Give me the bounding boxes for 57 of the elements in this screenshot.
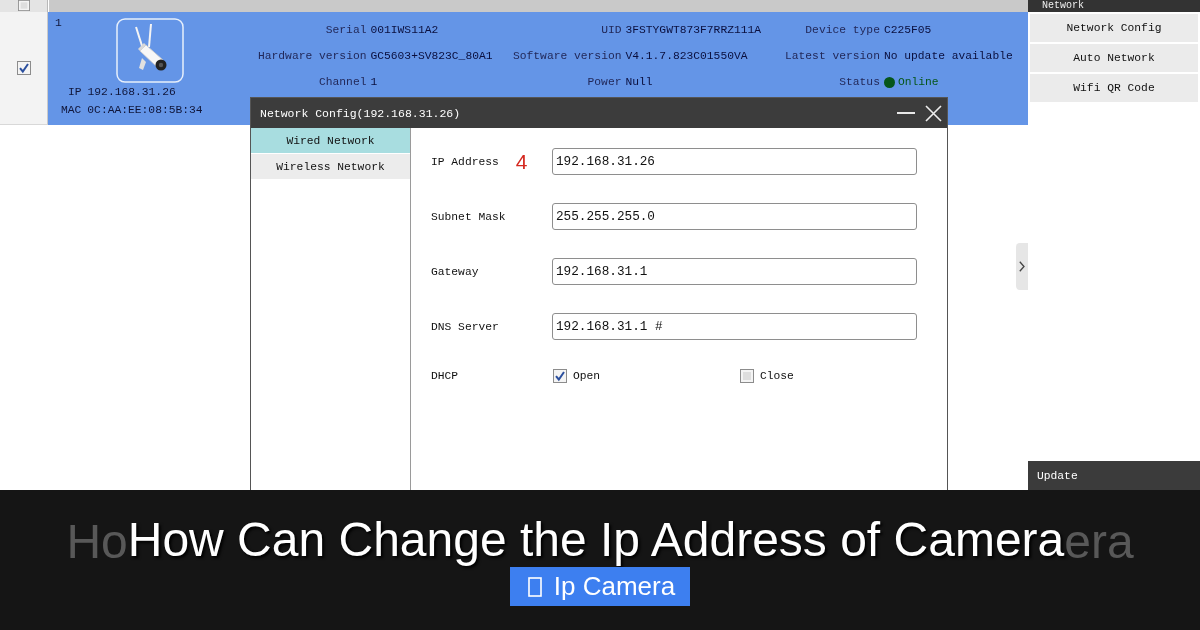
shadow-title-fragment: era [1064,517,1134,568]
field-value: 1 [370,76,378,88]
input-field[interactable]: 192.168.31.26 [552,148,917,175]
field-label: IP Address [431,155,499,168]
nav-tab[interactable]: Wireless Network [251,154,410,179]
field-label: Gateway [431,265,479,278]
shadow-title-fragment: Ho [66,517,128,568]
square-icon [527,576,542,597]
row-number: 1 [54,16,62,29]
mac-value: 0C:AA:EE:08:5B:34 [87,104,203,116]
step-number: 4 [515,151,528,172]
field-label: Power [587,76,622,88]
field-value: 3FSTYGWT873F7RRZ111A [625,24,762,36]
checkbox[interactable] [553,369,567,383]
menu-item[interactable]: Network Config [1030,14,1198,42]
dialog-title: Network Config(192.168.31.26) [260,106,461,120]
field-label: Subnet Mask [431,210,506,223]
input-field[interactable]: 192.168.31.1 # [552,313,917,340]
section-header: Network [1028,0,1200,12]
field-value: Null [625,76,653,88]
field-label: DNS Server [431,320,499,333]
field-label: Software version [513,50,622,62]
input-field[interactable]: 255.255.255.0 [552,203,917,230]
field-label: Device type [805,24,880,36]
field-value: 001IWS11A2 [370,24,439,36]
camera-icon [116,18,184,83]
menu-item[interactable]: Auto Network [1030,44,1198,72]
checkbox-label: Close [760,370,794,382]
field-label: DHCP [431,370,459,382]
field-label: Latest version [785,50,880,62]
checkbox-label: Open [573,370,601,382]
status-value: Online [897,76,939,88]
close-icon[interactable] [925,104,942,122]
field-value: V4.1.7.823C01550VA [625,50,748,62]
checkbox[interactable] [16,61,31,75]
banner-title: How Can Change the Ip Address of Camera [127,514,1065,566]
chevron-right-icon [1019,261,1025,272]
checkbox[interactable] [17,0,30,11]
category-tag[interactable]: Ip Camera [509,567,691,606]
field-label: Status [839,76,880,88]
ip-label: IP [68,86,82,98]
field-value: GC5603+SV823C_80A1 [370,50,493,62]
mac-label: MAC [61,104,82,116]
nav-tab[interactable]: Wired Network [251,128,410,153]
field-value: C225F05 [883,24,932,36]
field-label: Channel [319,76,367,88]
field-label: Hardware version [258,50,367,62]
input-field[interactable]: 192.168.31.1 [552,258,917,285]
field-value: No update available [883,50,1013,62]
side-handle[interactable] [1016,243,1028,290]
checkbox[interactable] [740,369,754,383]
tag-label: Ip Camera [553,571,676,602]
field-label: UID [601,24,622,36]
ip-value: 192.168.31.26 [87,86,176,98]
section-header: Update [1028,461,1200,490]
menu-item[interactable]: Wifi QR Code [1030,74,1198,102]
field-label: Serial [325,24,367,36]
